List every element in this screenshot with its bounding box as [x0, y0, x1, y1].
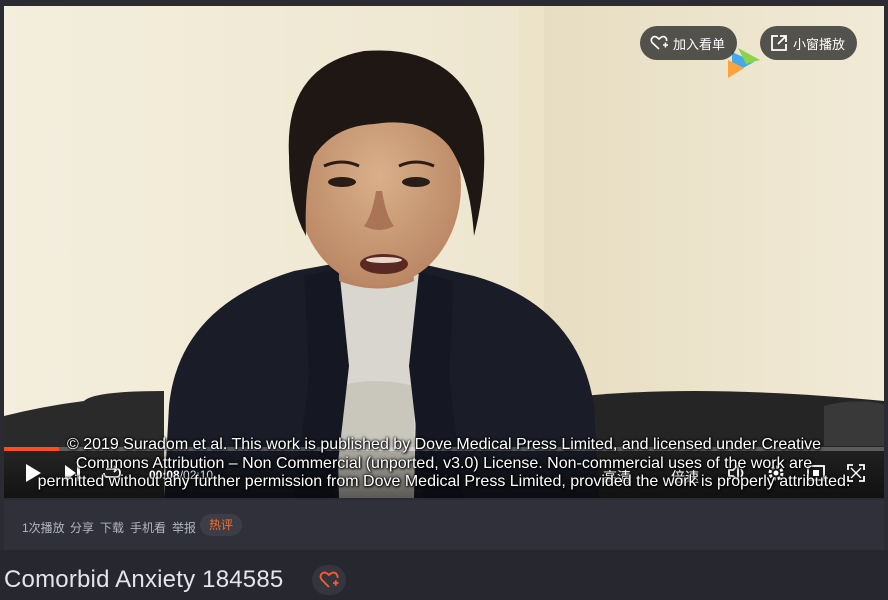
download-link[interactable]: 下载 — [100, 519, 124, 536]
video-title: Comorbid Anxiety 184585 — [4, 566, 284, 593]
video-meta-bar: 1次播放 分享 下载 手机看 举报 热评 — [4, 500, 884, 550]
title-row: Comorbid Anxiety 184585 — [0, 550, 888, 600]
add-to-watchlist-button[interactable]: 加入看单 — [640, 26, 738, 60]
app-root: 加入看单 小窗播放 00:08/02:10 高清 倍速 © 2019 Surad… — [0, 0, 888, 600]
play-count: 1次播放 — [22, 521, 65, 535]
mini-window-label: 小窗播放 — [793, 36, 846, 52]
subtitle-caption: © 2019 Suradom et al. This work is publi… — [4, 436, 884, 492]
mini-window-button[interactable]: 小窗播放 — [760, 26, 858, 60]
share-link[interactable]: 分享 — [70, 519, 94, 536]
add-to-watchlist-label: 加入看单 — [673, 36, 726, 52]
subtitle-line: permitted without any further permission… — [37, 473, 851, 490]
subtitle-line: © 2019 Suradom et al. This work is publi… — [66, 436, 822, 453]
video-frame[interactable] — [4, 6, 884, 498]
video-player[interactable]: 加入看单 小窗播放 00:08/02:10 高清 倍速 © 2019 Surad… — [4, 6, 884, 498]
mobile-watch-link[interactable]: 手机看 — [130, 519, 166, 536]
heart-plus-icon — [650, 35, 668, 50]
hot-comments-badge[interactable]: 热评 — [200, 514, 243, 536]
favorite-button[interactable] — [312, 565, 346, 595]
subtitle-line: Commons Attribution – Non Commercial (un… — [75, 454, 813, 472]
heart-plus-icon — [319, 571, 339, 588]
popout-icon — [771, 35, 787, 51]
report-link[interactable]: 举报 — [172, 519, 196, 536]
